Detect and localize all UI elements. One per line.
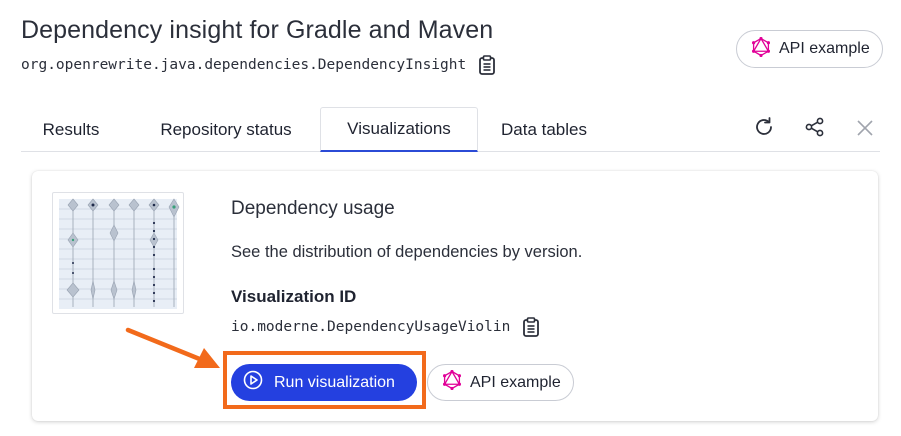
card-api-example-label: API example: [470, 373, 561, 391]
run-visualization-button[interactable]: Run visualization: [231, 364, 417, 401]
copy-icon[interactable]: [522, 317, 540, 337]
visualization-id-label: Visualization ID: [231, 287, 357, 306]
card-api-example-button[interactable]: API example: [427, 364, 574, 401]
recipe-id: org.openrewrite.java.dependencies.Depend…: [21, 57, 467, 73]
run-visualization-label: Run visualization: [274, 373, 395, 391]
graphql-icon: [751, 36, 771, 62]
api-example-label: API example: [779, 40, 870, 57]
refresh-icon[interactable]: [753, 116, 775, 138]
share-icon[interactable]: [804, 116, 826, 138]
api-example-button[interactable]: API example: [736, 30, 883, 68]
tab-bar: Results Repository status Visualizations…: [21, 107, 880, 152]
visualization-id: io.moderne.DependencyUsageViolin: [231, 319, 511, 335]
tab-repository-status[interactable]: Repository status: [143, 107, 309, 152]
copy-icon[interactable]: [478, 55, 496, 75]
recipe-id-row: org.openrewrite.java.dependencies.Depend…: [21, 55, 496, 75]
play-circle-icon: [242, 369, 264, 396]
annotation-arrow-icon: [125, 327, 220, 368]
card-description: See the distribution of dependencies by …: [231, 243, 583, 261]
violin-chart-thumbnail: [52, 192, 184, 314]
page-title: Dependency insight for Gradle and Maven: [21, 16, 494, 44]
visualization-id-row: io.moderne.DependencyUsageViolin: [231, 317, 540, 337]
tab-results[interactable]: Results: [27, 107, 115, 152]
tab-visualizations[interactable]: Visualizations: [320, 107, 478, 152]
tab-data-tables[interactable]: Data tables: [489, 107, 599, 152]
graphql-icon: [442, 369, 462, 395]
close-icon[interactable]: [856, 116, 874, 138]
card-title: Dependency usage: [231, 198, 395, 219]
